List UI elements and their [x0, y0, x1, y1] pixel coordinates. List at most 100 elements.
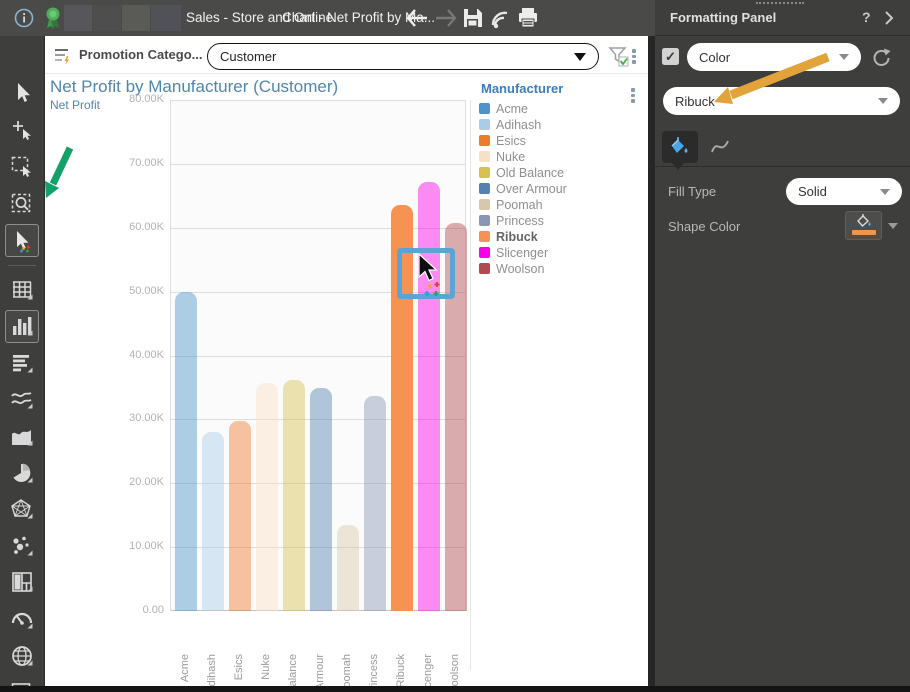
- legend-label: Adihash: [496, 118, 541, 132]
- bar-over-armour[interactable]: [310, 388, 332, 611]
- line-chart-visualization-icon: [10, 387, 34, 411]
- map-visualization[interactable]: [5, 639, 39, 672]
- marquee-select-tool[interactable]: [5, 150, 39, 183]
- legend-label: Woolson: [496, 262, 544, 276]
- title-bar: Sales - Store and Online Chart - Net Pro…: [0, 0, 655, 36]
- bar-princess[interactable]: [364, 396, 386, 611]
- gauge-visualization[interactable]: [5, 602, 39, 635]
- dashboard-content: Promotion Catego... Customer Net Profit …: [45, 36, 648, 686]
- grid-visualization[interactable]: [5, 273, 39, 306]
- line-style-icon: [708, 135, 732, 159]
- legend-swatch: [479, 103, 490, 114]
- scatter-visualization[interactable]: [5, 529, 39, 562]
- legend-label: Acme: [496, 102, 528, 116]
- chart-metric-label: Net Profit: [50, 98, 100, 112]
- treemap-visualization[interactable]: [5, 566, 39, 599]
- application-window: Sales - Store and Online Chart - Net Pro…: [0, 0, 910, 692]
- back-icon[interactable]: [405, 8, 429, 28]
- formatting-panel-title: Formatting Panel: [670, 10, 776, 25]
- chart-title: Net Profit by Manufacturer (Customer): [50, 77, 338, 97]
- legend-item-old-balance[interactable]: Old Balance: [479, 165, 649, 180]
- treemap-visualization-icon: [10, 570, 34, 594]
- filter-check-icon[interactable]: [608, 46, 632, 70]
- forward-icon[interactable]: [434, 8, 458, 28]
- legend-item-nuke[interactable]: Nuke: [479, 149, 649, 164]
- bar-selection-highlight: [397, 248, 455, 299]
- paint-bucket-icon: [855, 213, 873, 229]
- gauge-visualization-icon: [10, 607, 34, 631]
- chevron-down-icon: [880, 189, 890, 195]
- pointer-tool-icon: [10, 81, 34, 105]
- print-icon[interactable]: [517, 7, 541, 29]
- legend-item-slicenger[interactable]: Slicenger: [479, 245, 649, 260]
- selector-kebab-menu-icon[interactable]: [632, 49, 636, 64]
- series-dropdown[interactable]: Ribuck: [663, 87, 900, 115]
- y-tick-label: 30.00K: [108, 412, 164, 424]
- feed-icon[interactable]: [491, 9, 513, 29]
- bar-old-balance[interactable]: [283, 380, 305, 611]
- bar-nuke[interactable]: [256, 383, 278, 611]
- legend-item-adihash[interactable]: Adihash: [479, 117, 649, 132]
- bar-chart-visualization-icon: [10, 314, 34, 338]
- legend-swatch: [479, 151, 490, 162]
- help-icon[interactable]: ?: [862, 9, 871, 25]
- divider: [45, 73, 648, 74]
- pie-chart-visualization-icon: [10, 461, 34, 485]
- legend-swatch: [479, 135, 490, 146]
- bar-poomah[interactable]: [337, 525, 359, 611]
- zoom-area-tool[interactable]: [5, 187, 39, 220]
- redacted-block: [93, 5, 121, 31]
- bar-slicenger[interactable]: [418, 182, 440, 611]
- grid-visualization-icon: [10, 278, 34, 302]
- format-target-dropdown[interactable]: Color: [687, 43, 861, 71]
- legend-item-acme[interactable]: Acme: [479, 101, 649, 116]
- fill-type-label: Fill Type: [668, 184, 716, 199]
- fill-type-value: Solid: [798, 184, 880, 199]
- y-tick-label: 70.00K: [108, 157, 164, 169]
- area-chart-visualization[interactable]: [5, 419, 39, 452]
- selector-dropdown[interactable]: Customer: [207, 43, 599, 70]
- legend-swatch: [479, 263, 490, 274]
- legend-swatch: [479, 231, 490, 242]
- y-tick-label: 20.00K: [108, 476, 164, 488]
- panel-grip-handle[interactable]: [756, 2, 804, 6]
- legend-label: Poomah: [496, 198, 543, 212]
- redacted-block: [122, 5, 150, 31]
- line-chart-visualization[interactable]: [5, 383, 39, 416]
- pointer-tool[interactable]: [5, 76, 39, 109]
- panel-splitter[interactable]: [648, 36, 655, 692]
- legend-item-over-armour[interactable]: Over Armour: [479, 181, 649, 196]
- shape-color-dropdown-icon[interactable]: [888, 223, 898, 229]
- legend-label: Slicenger: [496, 246, 548, 260]
- info-icon[interactable]: [14, 8, 34, 28]
- add-pointer-tool[interactable]: [5, 113, 39, 146]
- fill-type-dropdown[interactable]: Solid: [786, 178, 902, 205]
- legend-label: Princess: [496, 214, 544, 228]
- shape-color-button[interactable]: [845, 211, 882, 240]
- area-chart-visualization-icon: [10, 424, 34, 448]
- bar-adihash[interactable]: [202, 432, 224, 611]
- reset-icon[interactable]: [871, 47, 893, 69]
- bar-acme[interactable]: [175, 292, 197, 611]
- color-target-checkbox[interactable]: ✓: [662, 48, 679, 65]
- legend-item-woolson[interactable]: Woolson: [479, 261, 649, 276]
- legend-item-esics[interactable]: Esics: [479, 133, 649, 148]
- pie-chart-visualization[interactable]: [5, 456, 39, 489]
- line-tab[interactable]: [702, 131, 738, 163]
- legend-item-princess[interactable]: Princess: [479, 213, 649, 228]
- fill-tab[interactable]: [662, 131, 698, 163]
- collapse-panel-icon[interactable]: [883, 11, 895, 25]
- formatting-panel: Formatting Panel ? ✓ Color Ribuck: [655, 0, 910, 692]
- bar-chart-visualization[interactable]: [5, 310, 39, 343]
- add-pointer-tool-icon: [10, 118, 34, 142]
- legend-item-ribuck[interactable]: Ribuck: [479, 229, 649, 244]
- bar-esics[interactable]: [229, 421, 251, 611]
- legend-swatch: [479, 199, 490, 210]
- save-icon[interactable]: [462, 7, 484, 29]
- horizontal-bar-visualization[interactable]: [5, 346, 39, 379]
- legend-item-poomah[interactable]: Poomah: [479, 197, 649, 212]
- format-pointer-tool[interactable]: [5, 224, 39, 257]
- attribute-selector-label[interactable]: Promotion Catego...: [79, 47, 203, 62]
- network-visualization[interactable]: [5, 493, 39, 526]
- y-tick-label: 60.00K: [108, 221, 164, 233]
